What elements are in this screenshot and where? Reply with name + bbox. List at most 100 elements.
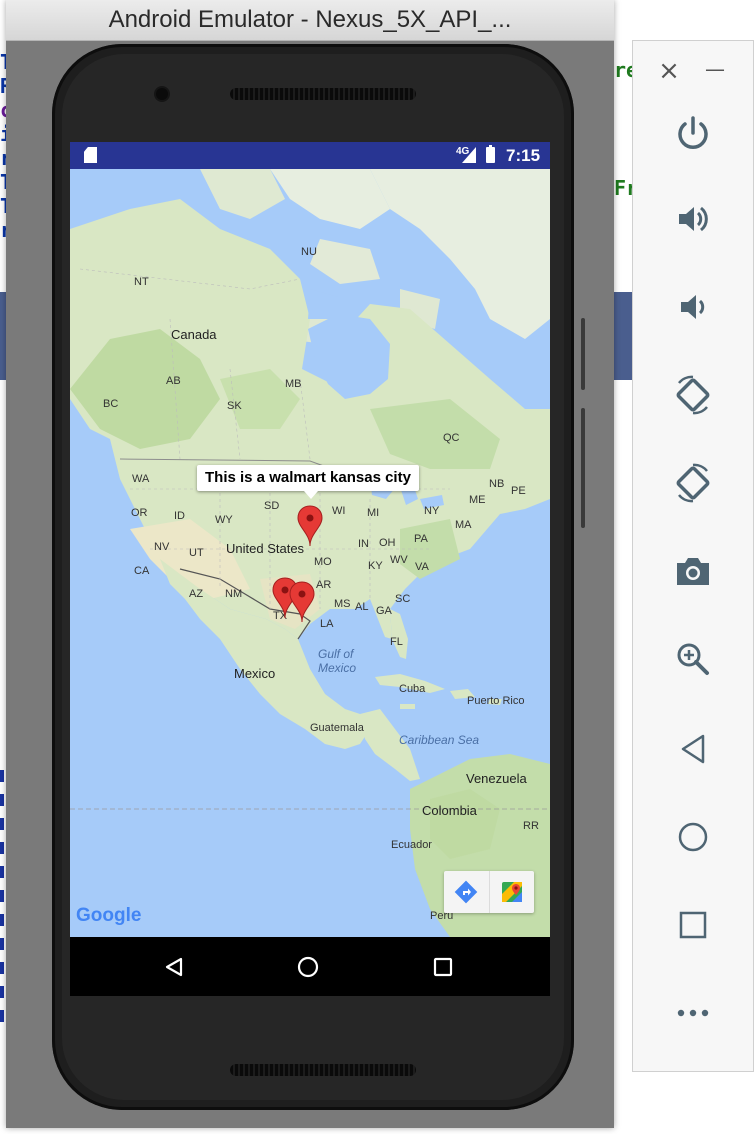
map-label-ab: AB bbox=[166, 375, 181, 387]
android-nav-bar bbox=[70, 937, 550, 996]
directions-icon bbox=[454, 880, 478, 904]
emulator-title: Android Emulator - Nexus_5X_API_... bbox=[108, 6, 512, 33]
map-label-mexico: Mexico bbox=[234, 666, 276, 681]
back-triangle-icon bbox=[681, 734, 705, 764]
nav-home-button[interactable] bbox=[295, 954, 321, 980]
home-circle-icon bbox=[678, 822, 708, 852]
map-label-ky: KY bbox=[368, 560, 383, 572]
power-icon bbox=[678, 116, 708, 149]
network-type: 4G bbox=[456, 146, 470, 157]
map-marker-kansas-city[interactable] bbox=[297, 505, 323, 547]
rotate-left-button[interactable] bbox=[671, 373, 715, 417]
map-toolbar bbox=[444, 871, 534, 913]
nav-back-button[interactable] bbox=[161, 954, 187, 980]
rotate-right-icon bbox=[676, 463, 710, 503]
map-label-in: IN bbox=[358, 538, 369, 550]
status-bar: 4G 7:15 bbox=[70, 142, 550, 169]
map-label-ecuador: Ecuador bbox=[391, 839, 432, 851]
map-label-rr: RR bbox=[523, 820, 539, 832]
map-label-sd: SD bbox=[264, 500, 280, 512]
map-label-sk: SK bbox=[227, 400, 242, 412]
front-camera bbox=[156, 88, 168, 100]
more-dots-icon bbox=[677, 1009, 709, 1017]
home-tool-button[interactable] bbox=[671, 815, 715, 859]
map-label-la: LA bbox=[320, 618, 334, 630]
map-label-wv: WV bbox=[390, 554, 408, 566]
more-options-button[interactable] bbox=[671, 991, 715, 1035]
sd-card-icon bbox=[84, 147, 97, 163]
ide-console-lines bbox=[0, 770, 4, 1030]
map-label-id: ID bbox=[174, 510, 185, 522]
map-label-venezuela: Venezuela bbox=[466, 771, 527, 786]
google-logo-text: Google bbox=[76, 905, 141, 926]
map-label-fl: FL bbox=[390, 636, 403, 648]
map-label-al: AL bbox=[355, 601, 369, 613]
map-label-nv: NV bbox=[154, 541, 170, 553]
rotate-left-icon bbox=[676, 375, 710, 415]
map-label-caribbean: Caribbean Sea bbox=[399, 733, 480, 747]
map-label-colombia: Colombia bbox=[422, 803, 477, 818]
map-label-ut: UT bbox=[189, 547, 204, 559]
map-label-me: ME bbox=[469, 494, 486, 506]
map-label-mb: MB bbox=[285, 378, 302, 390]
info-window-tail bbox=[304, 491, 318, 499]
screenshot-button[interactable] bbox=[671, 549, 715, 593]
map-label-nu: NU bbox=[301, 246, 317, 258]
zoom-in-icon bbox=[677, 643, 709, 675]
map-view[interactable]: NU NT Canada AB MB BC SK QC WA NB PE ME … bbox=[70, 169, 550, 937]
overview-square-icon bbox=[679, 911, 707, 939]
map-label-sc: SC bbox=[395, 593, 411, 605]
volume-up-icon bbox=[679, 206, 708, 232]
back-tool-button[interactable] bbox=[671, 727, 715, 771]
triangle-back-icon bbox=[165, 957, 183, 977]
map-label-va: VA bbox=[415, 561, 429, 573]
phone-screen: 4G 7:15 NU NT Canada AB MB BC SK QC WA N… bbox=[70, 142, 550, 996]
map-marker-texas-2[interactable] bbox=[289, 581, 315, 623]
top-speaker bbox=[230, 88, 416, 100]
status-time: 7:15 bbox=[506, 146, 541, 165]
map-label-wi: WI bbox=[332, 505, 346, 517]
volume-down-button[interactable] bbox=[671, 285, 715, 329]
power-button[interactable] bbox=[581, 408, 585, 528]
map-label-wy: WY bbox=[215, 514, 233, 526]
directions-button[interactable] bbox=[444, 871, 489, 913]
zoom-button[interactable] bbox=[671, 637, 715, 681]
map-label-qc: QC bbox=[443, 432, 460, 444]
emulator-titlebar[interactable]: Android Emulator - Nexus_5X_API_... bbox=[6, 0, 614, 41]
nav-recents-button[interactable] bbox=[430, 954, 456, 980]
map-label-bc: BC bbox=[103, 398, 119, 410]
map-label-az: AZ bbox=[189, 588, 204, 600]
map-label-mi: MI bbox=[367, 507, 380, 519]
minimize-button[interactable]: — bbox=[693, 47, 737, 91]
close-button[interactable]: × bbox=[647, 49, 691, 93]
square-recents-icon bbox=[433, 957, 453, 977]
map-label-mo: MO bbox=[314, 556, 332, 568]
map-label-oh: OH bbox=[379, 537, 396, 549]
map-label-nt: NT bbox=[134, 276, 149, 288]
map-label-canada: Canada bbox=[171, 327, 217, 342]
map-label-wa: WA bbox=[132, 473, 150, 485]
map-label-or: OR bbox=[131, 507, 148, 519]
overview-tool-button[interactable] bbox=[671, 903, 715, 947]
rotate-right-button[interactable] bbox=[671, 461, 715, 505]
volume-button[interactable] bbox=[581, 318, 585, 390]
map-label-united-states: United States bbox=[226, 541, 305, 556]
map-label-ca: CA bbox=[134, 565, 150, 577]
circle-home-icon bbox=[297, 956, 319, 978]
bottom-speaker bbox=[230, 1064, 416, 1076]
map-label-cuba: Cuba bbox=[399, 683, 426, 695]
open-in-maps-button[interactable] bbox=[488, 871, 535, 913]
map-label-guatemala: Guatemala bbox=[310, 722, 364, 734]
map-label-mexico-water: Mexico bbox=[318, 661, 357, 675]
map-label-pa: PA bbox=[414, 533, 428, 545]
map-label-ny: NY bbox=[424, 505, 440, 517]
map-label-ma: MA bbox=[455, 519, 472, 531]
emulator-side-toolbar: × — bbox=[632, 40, 754, 1072]
battery-icon bbox=[486, 145, 495, 163]
marker-info-window[interactable]: This is a walmart kansas city bbox=[197, 465, 419, 491]
map-label-ar: AR bbox=[316, 579, 332, 591]
volume-up-button[interactable] bbox=[671, 197, 715, 241]
map-label-nm: NM bbox=[225, 588, 243, 600]
map-label-gulf: Gulf of bbox=[318, 647, 354, 661]
power-tool-button[interactable] bbox=[671, 111, 715, 155]
